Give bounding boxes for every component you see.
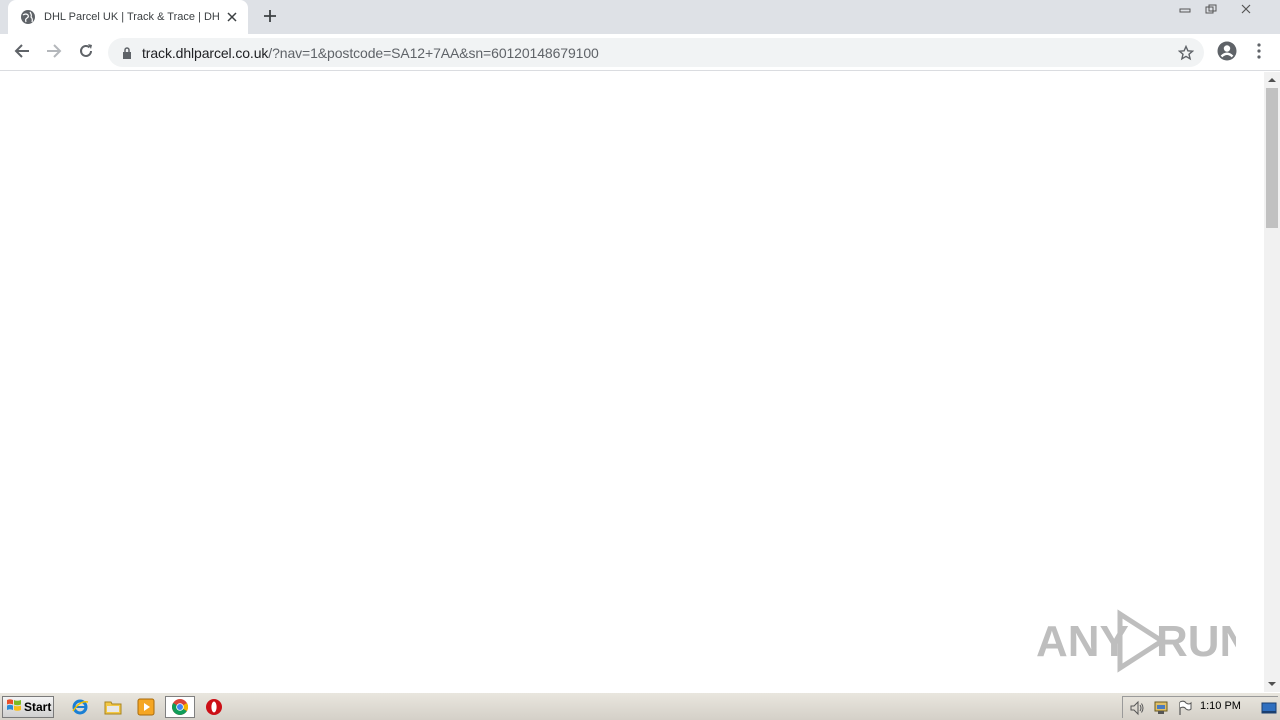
close-icon[interactable] [224, 9, 240, 25]
restore-icon[interactable] [1198, 0, 1224, 18]
account-circle-icon [1217, 41, 1237, 65]
taskbar-clock[interactable]: 1:10 PM [1200, 700, 1241, 712]
page-content [0, 72, 1264, 692]
tab-title: DHL Parcel UK | Track & Trace | DHL Parc… [44, 11, 220, 23]
opera-icon[interactable] [202, 696, 226, 718]
star-icon[interactable] [1176, 43, 1196, 63]
vertical-scrollbar[interactable] [1264, 72, 1280, 692]
volume-icon[interactable] [1129, 700, 1145, 716]
browser-tab[interactable]: DHL Parcel UK | Track & Trace | DHL Parc… [8, 0, 248, 34]
reload-button[interactable] [72, 39, 100, 67]
browser-toolbar: track.dhlparcel.co.uk/?nav=1&postcode=SA… [0, 34, 1280, 71]
plus-icon [263, 8, 277, 27]
window-controls [1172, 0, 1268, 18]
taskbar: Start 1:10 PM [0, 692, 1280, 720]
minimize-icon[interactable] [1172, 0, 1198, 18]
scroll-up-icon[interactable] [1264, 72, 1280, 88]
network-icon[interactable] [1153, 700, 1169, 716]
menu-button[interactable] [1247, 39, 1271, 67]
lock-icon[interactable] [120, 46, 134, 60]
windows-logo-icon [6, 697, 22, 717]
profile-button[interactable] [1213, 39, 1241, 67]
arrow-right-icon [46, 43, 62, 63]
url-text: track.dhlparcel.co.uk/?nav=1&postcode=SA… [142, 45, 599, 61]
media-player-icon[interactable] [134, 696, 158, 718]
scroll-down-icon[interactable] [1264, 676, 1280, 692]
action-center-flag-icon[interactable] [1177, 700, 1193, 716]
start-label: Start [24, 700, 52, 714]
file-explorer-icon[interactable] [101, 696, 125, 718]
close-window-icon[interactable] [1224, 0, 1268, 18]
watermark-text-left: ANY [1036, 617, 1129, 666]
back-button[interactable] [8, 39, 36, 67]
address-bar[interactable]: track.dhlparcel.co.uk/?nav=1&postcode=SA… [108, 38, 1204, 67]
tab-strip: DHL Parcel UK | Track & Trace | DHL Parc… [0, 0, 1280, 34]
url-path: /?nav=1&postcode=SA12+7AA&sn=60120148679… [268, 44, 599, 61]
reload-icon [78, 43, 94, 63]
chrome-icon[interactable] [165, 696, 195, 718]
internet-explorer-icon[interactable] [68, 696, 92, 718]
start-button[interactable]: Start [2, 696, 54, 718]
arrow-left-icon [14, 43, 30, 63]
kebab-menu-icon [1257, 43, 1261, 63]
watermark-text-right: RUN [1156, 617, 1236, 666]
new-tab-button[interactable] [259, 6, 281, 28]
forward-button[interactable] [40, 39, 68, 67]
anyrun-watermark: ANY RUN [1036, 606, 1251, 676]
url-host: track.dhlparcel.co.uk [142, 44, 269, 61]
globe-icon [20, 9, 36, 25]
scrollbar-thumb[interactable] [1266, 88, 1278, 228]
show-desktop-icon[interactable] [1261, 700, 1277, 716]
